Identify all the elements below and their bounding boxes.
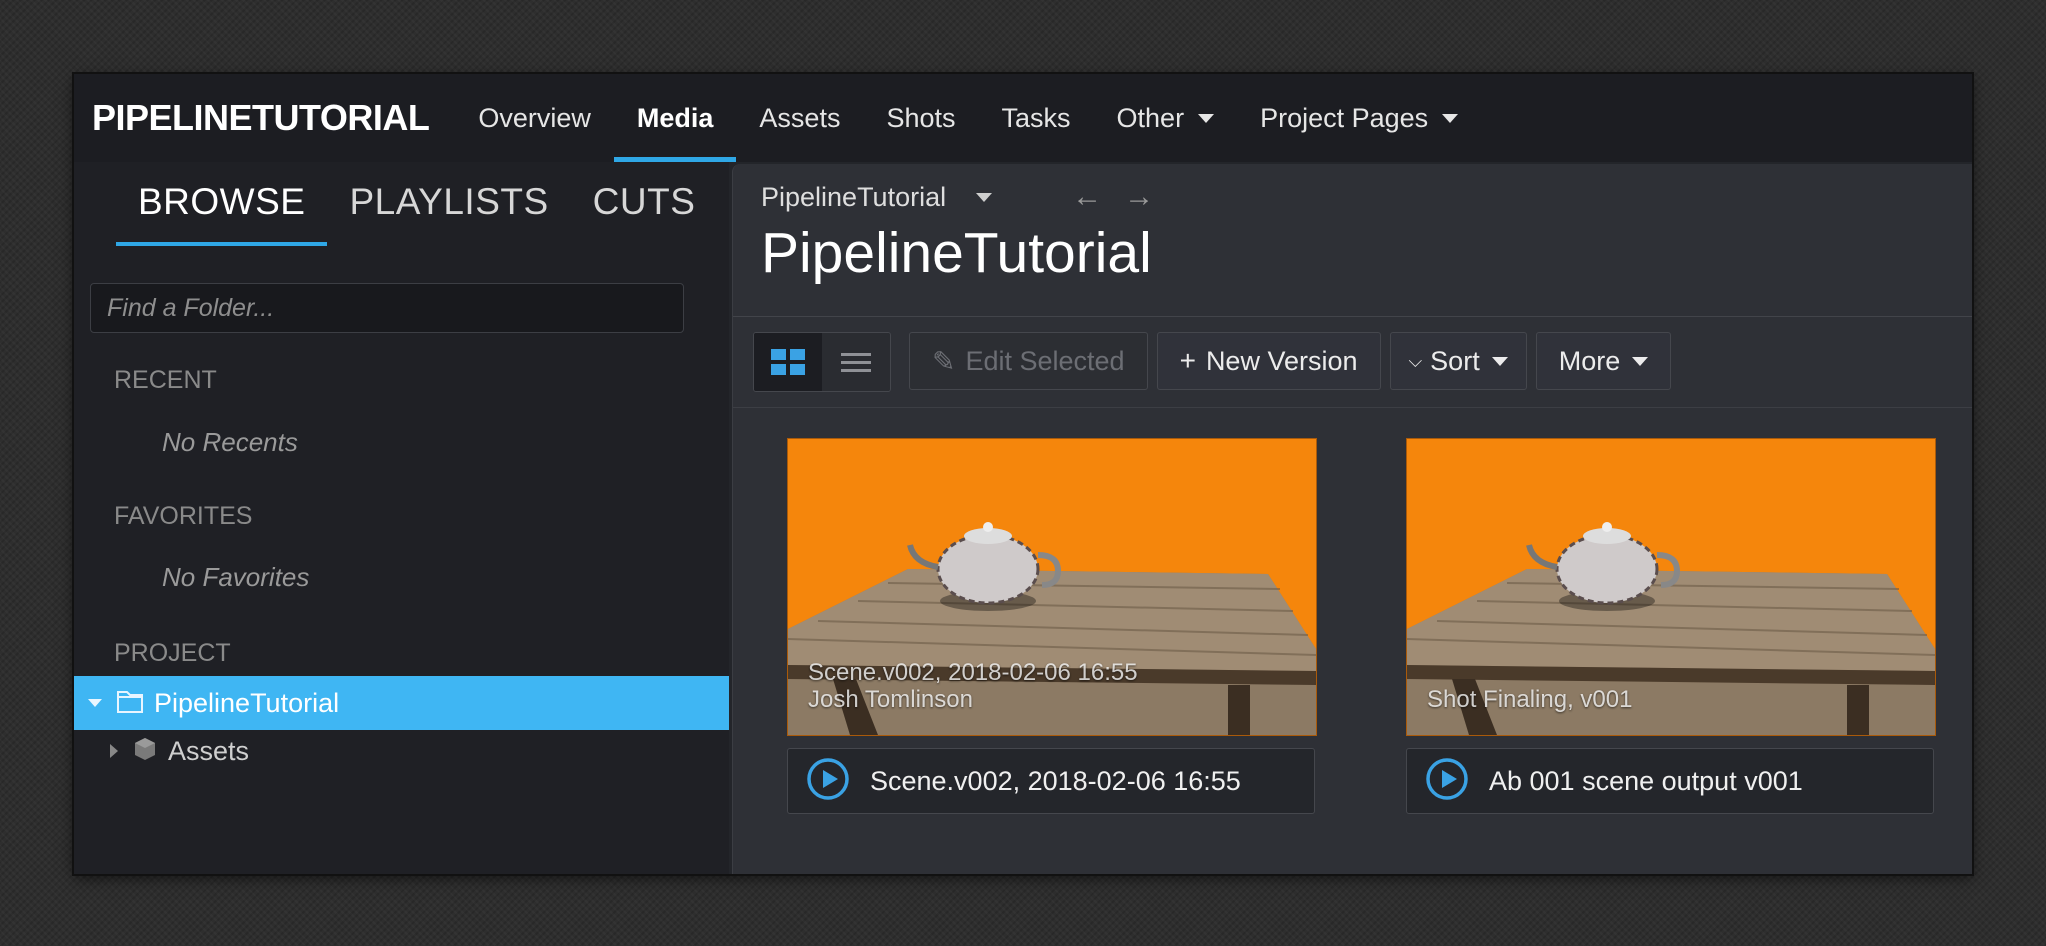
divider: [733, 316, 1972, 317]
overlay-line: Shot Finaling, v001: [1427, 686, 1633, 713]
breadcrumb-project[interactable]: PipelineTutorial: [761, 182, 946, 213]
no-recents-text: No Recents: [162, 427, 298, 457]
chevron-down-icon: [1198, 113, 1215, 123]
tree-item-label: PipelineTutorial: [154, 687, 340, 718]
nav-media[interactable]: Media: [613, 74, 737, 162]
media-thumbnail[interactable]: Scene.v002, 2018-02-06 16:55 Josh Tomlin…: [787, 438, 1317, 736]
new-version-label: New Version: [1205, 345, 1358, 376]
main-panel: PipelineTutorial ← → PipelineTutorial ✎ …: [732, 164, 1972, 874]
nav-tasks[interactable]: Tasks: [979, 74, 1094, 162]
caret-down-icon[interactable]: [88, 699, 102, 707]
overlay-line: Josh Tomlinson: [808, 686, 973, 713]
media-card-title[interactable]: Scene.v002, 2018-02-06 16:55: [870, 766, 1241, 797]
tree-item-pipelinetutorial[interactable]: PipelineTutorial: [74, 676, 729, 730]
nav-overview-label: Overview: [478, 102, 591, 133]
cube-icon: [132, 736, 158, 767]
media-card-title[interactable]: Ab 001 scene output v001: [1489, 766, 1803, 797]
pencil-icon: ✎: [932, 345, 956, 377]
recent-section-title: RECENT: [114, 366, 217, 394]
tree-item-label: Assets: [168, 736, 250, 766]
tree-item-assets[interactable]: Assets: [74, 728, 729, 768]
nav-shots[interactable]: Shots: [863, 74, 978, 162]
project-section-title: PROJECT: [114, 639, 231, 667]
tab-cuts[interactable]: CUTS: [571, 162, 718, 242]
nav-overview[interactable]: Overview: [455, 74, 614, 162]
more-button[interactable]: More: [1535, 332, 1672, 390]
top-nav: PIPELINETUTORIAL Overview Media Assets S…: [74, 74, 1972, 162]
nav-project-pages-label: Project Pages: [1260, 102, 1429, 133]
grid-icon: [771, 349, 805, 375]
divider: [733, 407, 1972, 408]
forward-arrow-icon[interactable]: →: [1124, 180, 1154, 214]
chevron-down-icon: [1632, 356, 1649, 366]
media-card-footer: Scene.v002, 2018-02-06 16:55: [787, 748, 1315, 814]
nav-other-label: Other: [1116, 102, 1185, 133]
chevron-down-icon: [1491, 356, 1508, 366]
favorites-section-title: FAVORITES: [114, 502, 253, 530]
thumbnail-overlay-text: Shot Finaling, v001: [1427, 686, 1632, 713]
project-brand[interactable]: PIPELINETUTORIAL: [92, 97, 430, 139]
edit-selected-label: Edit Selected: [965, 345, 1125, 376]
new-version-button[interactable]: + New Version: [1156, 332, 1381, 390]
nav-tasks-label: Tasks: [1001, 102, 1071, 133]
chevron-down-icon: [1442, 113, 1459, 123]
sidebar-tabs: BROWSE PLAYLISTS CUTS: [116, 162, 718, 246]
edit-selected-button[interactable]: ✎ Edit Selected: [909, 332, 1148, 390]
plus-icon: +: [1179, 345, 1196, 376]
tab-browse[interactable]: BROWSE: [116, 162, 328, 246]
nav-shots-label: Shots: [886, 102, 956, 133]
view-toggle: [753, 332, 891, 392]
sort-label: Sort: [1430, 345, 1480, 376]
media-card[interactable]: Shot Finaling, v001 Ab 001 scene output …: [1406, 438, 1936, 814]
app-window: PIPELINETUTORIAL Overview Media Assets S…: [74, 74, 1972, 874]
sort-button[interactable]: ⌵ Sort: [1389, 332, 1527, 390]
nav-media-label: Media: [636, 102, 714, 133]
list-icon: [841, 348, 871, 377]
back-arrow-icon[interactable]: ←: [1072, 180, 1102, 214]
media-thumbnail[interactable]: Shot Finaling, v001: [1406, 438, 1936, 736]
breadcrumb: PipelineTutorial ← →: [761, 172, 1154, 222]
caret-right-icon[interactable]: [110, 744, 118, 758]
project-folder-icon: [116, 688, 144, 719]
folder-search-input[interactable]: [90, 283, 684, 333]
nav-assets[interactable]: Assets: [736, 74, 863, 162]
play-icon[interactable]: [1425, 757, 1469, 806]
no-favorites-text: No Favorites: [162, 562, 310, 592]
play-icon[interactable]: [806, 757, 850, 806]
chevron-down-icon[interactable]: [976, 192, 993, 202]
more-label: More: [1558, 345, 1621, 376]
media-toolbar: ✎ Edit Selected + New Version ⌵ Sort Mor…: [753, 332, 1680, 392]
tab-playlists[interactable]: PLAYLISTS: [327, 162, 570, 242]
overlay-line: Scene.v002, 2018-02-06 16:55: [808, 659, 1138, 686]
thumbnail-overlay-text: Scene.v002, 2018-02-06 16:55 Josh Tomlin…: [808, 659, 1138, 713]
nav-assets-label: Assets: [759, 102, 841, 133]
media-card[interactable]: Scene.v002, 2018-02-06 16:55 Josh Tomlin…: [787, 438, 1317, 814]
nav-other-dropdown[interactable]: Other: [1094, 74, 1238, 162]
grid-view-button[interactable]: [754, 333, 822, 391]
list-view-button[interactable]: [822, 333, 890, 391]
page-title: PipelineTutorial: [761, 221, 1152, 285]
left-sidebar: BROWSE PLAYLISTS CUTS RECENT No Recents …: [74, 162, 729, 874]
media-card-footer: Ab 001 scene output v001: [1406, 748, 1934, 814]
nav-project-pages-dropdown[interactable]: Project Pages: [1237, 74, 1481, 162]
sort-chevron-icon: ⌵: [1408, 350, 1423, 371]
